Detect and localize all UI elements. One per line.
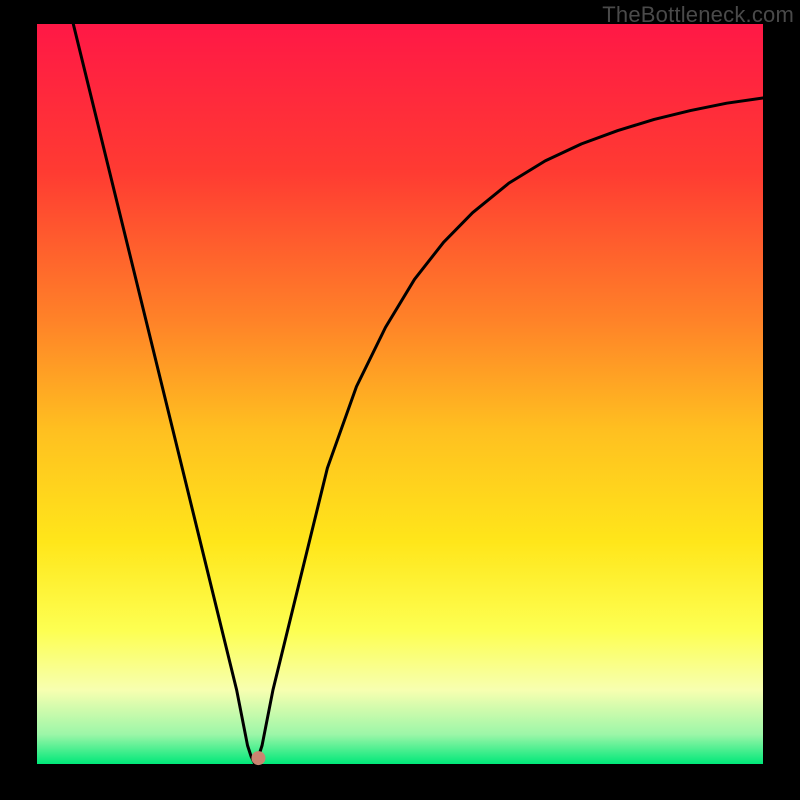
optimum-marker	[251, 751, 265, 765]
chart-frame: TheBottleneck.com	[0, 0, 800, 800]
bottleneck-chart	[0, 0, 800, 800]
chart-plot-area	[37, 24, 763, 764]
watermark-label: TheBottleneck.com	[602, 2, 794, 28]
